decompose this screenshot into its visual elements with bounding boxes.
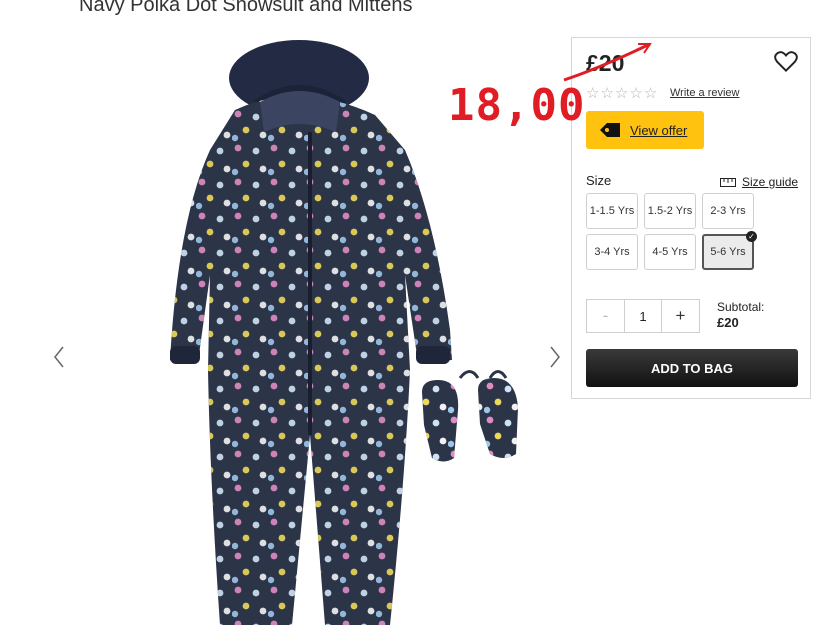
chevron-left-icon	[54, 346, 64, 368]
subtotal: Subtotal: £20	[717, 299, 764, 331]
add-to-bag-button[interactable]: ADD TO BAG	[586, 349, 798, 387]
view-offer-button[interactable]: View offer	[586, 111, 704, 149]
size-option-label: 5-6 Yrs	[710, 246, 746, 258]
quantity-increase-button[interactable]: +	[661, 300, 699, 332]
size-option[interactable]: 1-1.5 Yrs	[586, 193, 638, 229]
size-option[interactable]: 3-4 Yrs	[586, 234, 638, 270]
purchase-panel: £20 ☆ ☆ ☆ ☆ ☆ Write a review View offer …	[571, 37, 811, 399]
star-icon: ☆	[614, 85, 629, 102]
ruler-icon	[720, 177, 736, 187]
size-option[interactable]: 1.5-2 Yrs	[644, 193, 696, 229]
size-option[interactable]: 4-5 Yrs	[644, 234, 696, 270]
size-option-selected[interactable]: 5-6 Yrs ✓	[702, 231, 757, 270]
wishlist-button[interactable]	[773, 49, 801, 75]
star-icon: ☆	[600, 85, 614, 102]
size-label: Size	[586, 173, 612, 188]
star-rating: ☆ ☆ ☆ ☆ ☆	[586, 86, 657, 102]
price-tag-icon	[600, 123, 620, 137]
heart-icon	[774, 51, 798, 73]
size-guide-label: Size guide	[742, 175, 799, 189]
prev-image-button[interactable]	[50, 344, 70, 370]
checkmark-icon: ✓	[746, 231, 757, 242]
quantity-input[interactable]	[625, 300, 661, 332]
subtotal-value: £20	[717, 315, 739, 330]
star-icon: ☆	[586, 85, 600, 102]
quantity-decrease-button[interactable]: -	[587, 300, 625, 332]
quantity-stepper: - +	[586, 299, 700, 333]
price-strikethrough-mark	[563, 42, 652, 82]
write-review-link[interactable]: Write a review	[670, 87, 739, 99]
next-image-button[interactable]	[544, 344, 564, 370]
star-icon: ☆	[629, 85, 643, 102]
star-icon: ☆	[643, 85, 658, 102]
view-offer-label: View offer	[630, 122, 688, 138]
size-guide-link[interactable]: Size guide	[720, 175, 798, 189]
subtotal-label: Subtotal:	[717, 300, 765, 314]
product-title: Navy Polka Dot Snowsuit and Mittens	[79, 0, 413, 16]
size-option[interactable]: 2-3 Yrs	[702, 193, 754, 229]
handwritten-new-price: 18,00	[448, 80, 586, 131]
chevron-right-icon	[550, 346, 560, 368]
